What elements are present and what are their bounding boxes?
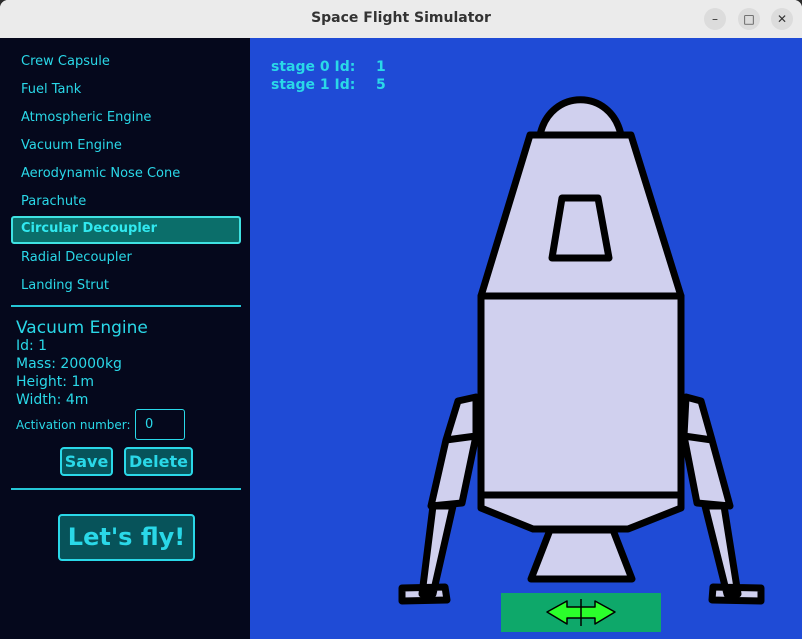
part-item-radial-decoupler[interactable]: Radial Decoupler [11,245,241,271]
part-item-circular-decoupler[interactable]: Circular Decoupler [11,216,241,244]
part-item-aerodynamic-nose-cone[interactable]: Aerodynamic Nose Cone [11,161,241,187]
divider [11,488,241,490]
app-window: Space Flight Simulator – □ ✕ Crew Capsul… [0,0,802,639]
save-button[interactable]: Save [60,447,113,476]
part-item-fuel-tank[interactable]: Fuel Tank [11,77,241,103]
rocket-canvas[interactable]: stage 0 Id: 1 stage 1 Id: 5 [250,38,802,639]
engine-bell [527,526,636,583]
part-item-atmospheric-engine[interactable]: Atmospheric Engine [11,105,241,131]
lets-fly-button[interactable]: Let's fly! [58,514,195,561]
sidebar: Crew Capsule Fuel Tank Atmospheric Engin… [0,38,250,639]
selected-part-name: Vacuum Engine [16,318,148,338]
part-item-vacuum-engine[interactable]: Vacuum Engine [11,133,241,159]
selected-part-width: Width: 4m [16,392,89,408]
minimize-icon[interactable]: – [704,8,726,30]
title-bar: Space Flight Simulator – □ ✕ [0,0,802,39]
part-item-landing-strut[interactable]: Landing Strut [11,273,241,299]
capsule-window [548,194,613,262]
move-handle[interactable] [501,593,661,632]
nose-cone [536,96,625,139]
selected-part-height: Height: 1m [16,374,94,390]
activation-number-input[interactable] [135,409,185,440]
close-icon[interactable]: ✕ [771,8,793,30]
maximize-icon[interactable]: □ [738,8,760,30]
selected-part-id: Id: 1 [16,338,48,354]
activation-number-label: Activation number: [16,418,131,432]
move-arrows-icon [546,599,616,626]
window-title: Space Flight Simulator [311,10,491,26]
landing-strut-left [398,393,480,605]
divider [11,305,241,307]
part-item-crew-capsule[interactable]: Crew Capsule [11,49,241,75]
rocket-drawing [398,96,765,605]
delete-button[interactable]: Delete [124,447,193,476]
landing-strut-right [680,393,765,605]
part-item-parachute[interactable]: Parachute [11,189,241,215]
selected-part-mass: Mass: 20000kg [16,356,122,372]
